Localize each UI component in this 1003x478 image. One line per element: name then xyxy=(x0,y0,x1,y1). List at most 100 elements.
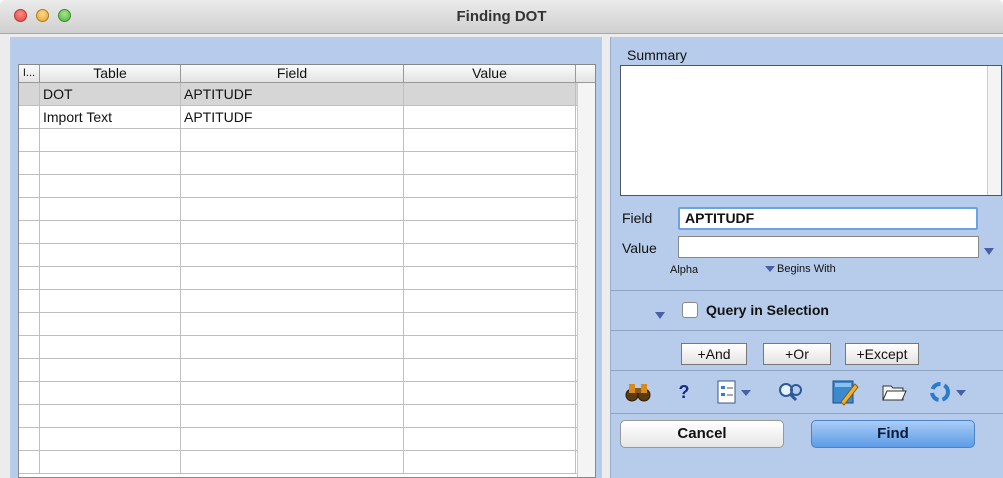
empty-cell xyxy=(19,451,40,473)
empty-cell xyxy=(181,382,404,404)
empty-cell xyxy=(40,290,181,312)
empty-table-row[interactable] xyxy=(19,359,595,382)
or-button[interactable]: +Or xyxy=(763,343,831,365)
query-in-selection-label: Query in Selection xyxy=(706,302,829,318)
field-cell: APTITUDF xyxy=(181,106,404,128)
summary-scrollbar[interactable] xyxy=(987,66,1001,195)
refresh-icon[interactable] xyxy=(925,377,971,407)
value-cell xyxy=(404,106,576,128)
binoculars-icon[interactable] xyxy=(623,377,653,407)
empty-table-row[interactable] xyxy=(19,451,595,474)
empty-cell xyxy=(19,221,40,243)
empty-cell xyxy=(19,382,40,404)
empty-table-row[interactable] xyxy=(19,290,595,313)
empty-table-row[interactable] xyxy=(19,129,595,152)
empty-cell xyxy=(19,336,40,358)
empty-cell xyxy=(40,267,181,289)
table-header: I... Table Field Value xyxy=(19,65,595,83)
column-header-value[interactable]: Value xyxy=(404,65,576,82)
empty-table-row[interactable] xyxy=(19,152,595,175)
empty-cell xyxy=(40,382,181,404)
edit-notebook-icon[interactable] xyxy=(827,377,861,407)
empty-table-row[interactable] xyxy=(19,221,595,244)
empty-cell xyxy=(181,244,404,266)
empty-table-row[interactable] xyxy=(19,313,595,336)
summary-box[interactable] xyxy=(620,65,1002,196)
cancel-button[interactable]: Cancel xyxy=(620,420,784,448)
empty-cell xyxy=(40,451,181,473)
empty-table-row[interactable] xyxy=(19,267,595,290)
empty-table-row[interactable] xyxy=(19,382,595,405)
empty-cell xyxy=(19,267,40,289)
except-button[interactable]: +Except xyxy=(845,343,919,365)
empty-cell xyxy=(40,152,181,174)
row-index-cell xyxy=(19,83,40,105)
empty-cell xyxy=(181,221,404,243)
query-in-selection-checkbox[interactable] xyxy=(682,302,698,318)
empty-cell xyxy=(40,336,181,358)
empty-table-row[interactable] xyxy=(19,336,595,359)
table-cell: Import Text xyxy=(40,106,181,128)
open-folder-icon[interactable] xyxy=(879,377,909,407)
operator-menu[interactable]: Begins With xyxy=(765,263,836,275)
help-icon[interactable]: ? xyxy=(671,377,697,407)
empty-cell xyxy=(181,152,404,174)
empty-cell xyxy=(181,405,404,427)
empty-cell xyxy=(40,221,181,243)
results-table: I... Table Field Value DOT APTITUDF Impo… xyxy=(18,64,596,478)
empty-cell xyxy=(40,428,181,450)
empty-cell xyxy=(404,221,576,243)
field-input[interactable]: APTITUDF xyxy=(678,207,978,230)
empty-cell xyxy=(404,290,576,312)
empty-cell xyxy=(40,405,181,427)
column-header-table[interactable]: Table xyxy=(40,65,181,82)
query-options-disclosure-icon[interactable] xyxy=(655,307,665,322)
divider xyxy=(611,330,1003,331)
empty-cell xyxy=(404,428,576,450)
empty-table-row[interactable] xyxy=(19,244,595,267)
empty-cell xyxy=(40,244,181,266)
empty-cell xyxy=(404,359,576,381)
empty-cell xyxy=(404,198,576,220)
search-magnifier-icon[interactable] xyxy=(775,377,805,407)
empty-table-row[interactable] xyxy=(19,405,595,428)
empty-cell xyxy=(404,152,576,174)
empty-cell xyxy=(404,405,576,427)
and-button[interactable]: +And xyxy=(681,343,747,365)
empty-cell xyxy=(181,451,404,473)
empty-cell xyxy=(19,359,40,381)
empty-cell xyxy=(19,313,40,335)
operator-label: Begins With xyxy=(777,263,836,275)
data-type-label: Alpha xyxy=(670,264,699,276)
column-header-index[interactable]: I... xyxy=(19,65,40,82)
empty-cell xyxy=(181,175,404,197)
empty-cell xyxy=(19,175,40,197)
value-options-chevron-down-icon[interactable] xyxy=(984,243,994,258)
query-file-icon[interactable] xyxy=(714,377,756,407)
empty-cell xyxy=(19,290,40,312)
value-input[interactable] xyxy=(678,236,979,258)
empty-cell xyxy=(404,313,576,335)
table-row[interactable]: DOT APTITUDF xyxy=(19,83,595,106)
empty-cell xyxy=(40,129,181,151)
find-button[interactable]: Find xyxy=(811,420,975,448)
empty-cell xyxy=(19,198,40,220)
column-header-field[interactable]: Field xyxy=(181,65,404,82)
empty-table-row[interactable] xyxy=(19,198,595,221)
empty-cell xyxy=(404,129,576,151)
empty-cell xyxy=(404,382,576,404)
empty-cell xyxy=(181,198,404,220)
summary-label: Summary xyxy=(627,47,687,63)
empty-cell xyxy=(181,267,404,289)
empty-cell xyxy=(404,336,576,358)
empty-table-row[interactable] xyxy=(19,175,595,198)
empty-cell xyxy=(181,336,404,358)
window-title: Finding DOT xyxy=(456,8,547,25)
table-row[interactable]: Import Text APTITUDF xyxy=(19,106,595,129)
table-cell: DOT xyxy=(40,83,181,105)
field-cell: APTITUDF xyxy=(181,83,404,105)
empty-cell xyxy=(19,244,40,266)
table-vertical-scrollbar[interactable] xyxy=(577,83,595,477)
empty-table-row[interactable] xyxy=(19,428,595,451)
empty-cell xyxy=(181,428,404,450)
